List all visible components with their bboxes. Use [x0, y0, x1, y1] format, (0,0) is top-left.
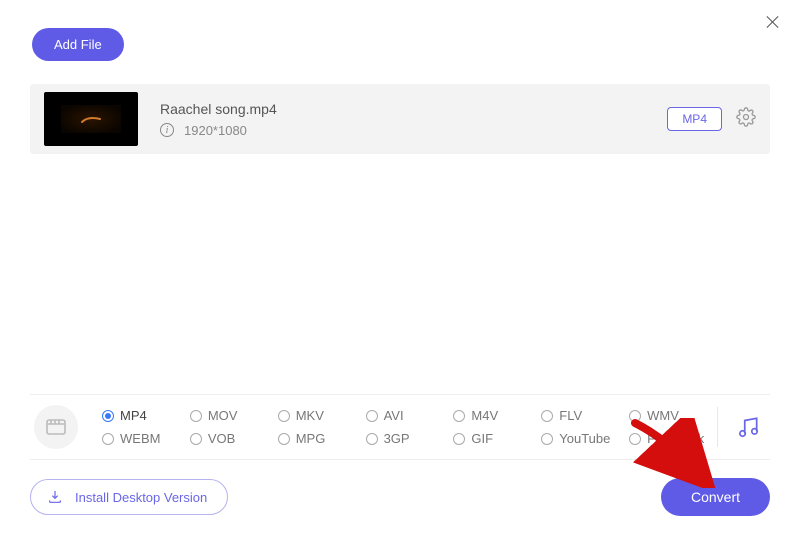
- format-option-facebook[interactable]: Facebook: [629, 431, 717, 446]
- radio-icon: [366, 433, 378, 445]
- format-label: MKV: [296, 408, 324, 423]
- format-option-mkv[interactable]: MKV: [278, 408, 366, 423]
- format-label: AVI: [384, 408, 404, 423]
- install-desktop-button[interactable]: Install Desktop Version: [30, 479, 228, 515]
- divider: [717, 407, 718, 447]
- radio-icon: [629, 433, 641, 445]
- audio-mode-icon[interactable]: [726, 414, 770, 440]
- format-label: WMV: [647, 408, 679, 423]
- format-option-gif[interactable]: GIF: [453, 431, 541, 446]
- thumbnail-logo-icon: [80, 114, 102, 124]
- format-label: MP4: [120, 408, 147, 423]
- radio-icon: [190, 410, 202, 422]
- format-label: GIF: [471, 431, 493, 446]
- add-file-button[interactable]: Add File: [32, 28, 124, 61]
- radio-icon: [541, 410, 553, 422]
- file-thumbnail[interactable]: [44, 92, 138, 146]
- radio-icon: [629, 410, 641, 422]
- format-label: Facebook: [647, 431, 704, 446]
- format-label: VOB: [208, 431, 235, 446]
- format-option-youtube[interactable]: YouTube: [541, 431, 629, 446]
- convert-button[interactable]: Convert: [661, 478, 770, 516]
- format-option-webm[interactable]: WEBM: [102, 431, 190, 446]
- file-name: Raachel song.mp4: [160, 101, 667, 117]
- file-resolution: 1920*1080: [184, 123, 247, 138]
- radio-icon: [190, 433, 202, 445]
- format-option-3gp[interactable]: 3GP: [366, 431, 454, 446]
- radio-icon: [278, 410, 290, 422]
- format-label: FLV: [559, 408, 582, 423]
- radio-icon: [278, 433, 290, 445]
- radio-icon: [541, 433, 553, 445]
- radio-icon: [453, 433, 465, 445]
- format-option-vob[interactable]: VOB: [190, 431, 278, 446]
- radio-icon: [102, 410, 114, 422]
- file-row: Raachel song.mp4 i 1920*1080 MP4: [30, 84, 770, 154]
- format-label: 3GP: [384, 431, 410, 446]
- format-label: MOV: [208, 408, 238, 423]
- format-option-mpg[interactable]: MPG: [278, 431, 366, 446]
- radio-icon: [366, 410, 378, 422]
- format-label: MPG: [296, 431, 326, 446]
- format-option-mov[interactable]: MOV: [190, 408, 278, 423]
- radio-icon: [102, 433, 114, 445]
- video-mode-icon[interactable]: [34, 405, 78, 449]
- radio-icon: [453, 410, 465, 422]
- gear-icon[interactable]: [736, 107, 756, 132]
- format-option-flv[interactable]: FLV: [541, 408, 629, 423]
- format-option-m4v[interactable]: M4V: [453, 408, 541, 423]
- close-icon[interactable]: [764, 14, 780, 30]
- download-icon: [47, 489, 63, 505]
- format-label: M4V: [471, 408, 498, 423]
- format-label: WEBM: [120, 431, 160, 446]
- output-format-badge[interactable]: MP4: [667, 107, 722, 131]
- format-option-wmv[interactable]: WMV: [629, 408, 717, 423]
- format-option-mp4[interactable]: MP4: [102, 408, 190, 423]
- install-desktop-label: Install Desktop Version: [75, 490, 207, 505]
- format-label: YouTube: [559, 431, 610, 446]
- format-selector-bar: MP4 MOV MKV AVI M4V FLV WMV WEBM VOB MPG 3GP GIF You…: [30, 394, 770, 460]
- info-icon[interactable]: i: [160, 123, 174, 137]
- format-option-avi[interactable]: AVI: [366, 408, 454, 423]
